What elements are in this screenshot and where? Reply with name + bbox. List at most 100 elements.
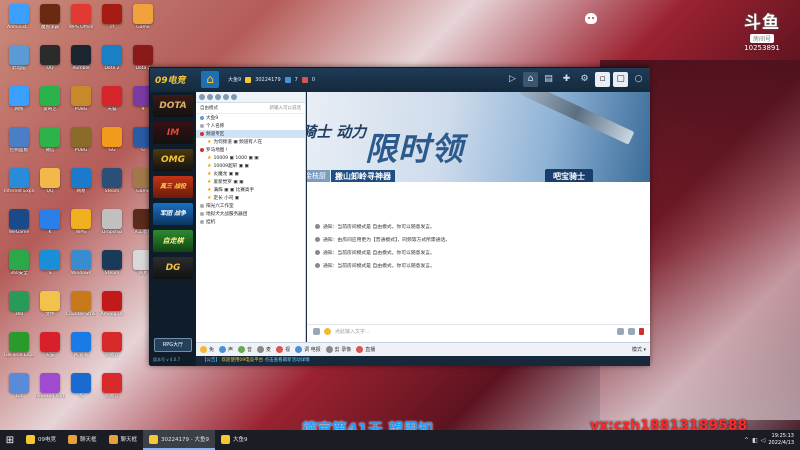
channel-row[interactable]: 地狱犬大战服务器团 <box>196 210 305 218</box>
bottom-tool[interactable]: 调 电报 <box>295 345 321 353</box>
desktop-icon[interactable]: 此电脑 <box>4 45 34 85</box>
desktop-icon[interactable]: PC管家 <box>66 332 96 372</box>
promo-banner[interactable]: 骑士 动力 限时领 金枝厨 搬山卸岭寻神器 吧宝骑士 <box>307 92 650 182</box>
channel-row[interactable]: 罗马地图 ! <box>196 146 305 154</box>
desktop-icon[interactable]: 网易云 <box>97 332 127 372</box>
game-tile[interactable]: IM <box>153 122 193 144</box>
emoji-icon[interactable] <box>324 328 331 335</box>
friends-icon[interactable] <box>207 94 213 100</box>
mode-dropdown[interactable]: 模式 ▾ <box>632 346 646 353</box>
desktop-icon[interactable]: Among Us <box>97 291 127 331</box>
channel-row[interactable]: ★ 爱新觉罗 ▣ ▣ <box>196 178 305 186</box>
window-box-icon[interactable]: ▢ <box>613 72 628 87</box>
game-tile[interactable]: 真三 战役 <box>153 176 193 198</box>
taskbar-item[interactable]: 09电竞 <box>20 430 62 450</box>
game-tile[interactable]: DOTA <box>153 95 193 117</box>
windows-start-icon[interactable]: ⊞ <box>0 430 20 450</box>
group-icon[interactable] <box>231 94 237 100</box>
tray-arrow-icon[interactable]: ^ <box>744 437 749 444</box>
desktop-icon[interactable]: K <box>35 209 65 249</box>
desktop-icon[interactable]: QQ <box>35 45 65 85</box>
home-tab-icon[interactable]: ⌂ <box>523 72 538 87</box>
bottom-tool[interactable]: 视 <box>276 345 290 353</box>
desktop-icon[interactable]: PUBG <box>66 127 96 167</box>
settings-icon[interactable]: ⚙ <box>577 72 592 87</box>
desktop-icon[interactable]: 爱奇艺 <box>35 86 65 126</box>
gamepad-icon[interactable]: ✚ <box>559 72 574 87</box>
enter-icon[interactable] <box>617 328 624 335</box>
game-tile[interactable]: OMG <box>153 149 193 171</box>
desktop-icon[interactable]: 天猫 <box>35 332 65 372</box>
game-tile[interactable]: 军团 战争 <box>153 203 193 225</box>
channel-row[interactable]: ★ 10009超轩 ▣ ▣ <box>196 162 305 170</box>
channel-row[interactable]: 挂机 <box>196 218 305 226</box>
desktop-icon[interactable]: Dropship <box>97 209 127 249</box>
desktop-icon[interactable]: 360安全 <box>4 250 34 290</box>
channel-row[interactable]: ★ 为何频道 ▣ 频道有人在 <box>196 138 305 146</box>
desktop-icon[interactable]: Administ... <box>4 4 34 44</box>
desktop-icon[interactable]: Rumble <box>66 45 96 85</box>
list-icon[interactable]: ▤ <box>541 72 556 87</box>
desktop-icon[interactable]: S <box>35 250 65 290</box>
desktop-icon[interactable]: cf <box>97 4 127 44</box>
minimize-box-icon[interactable]: ▫ <box>595 72 610 87</box>
desktop-icon[interactable]: GG <box>97 127 127 167</box>
channel-row[interactable]: ★ 10009 ▣ 1000 ▣ ▣ <box>196 154 305 162</box>
desktop-icon[interactable]: PUBG <box>66 86 96 126</box>
channel-row[interactable]: ★ 满辉 ▣ ▣ 比赛高手 <box>196 186 305 194</box>
desktop-icon[interactable]: Internet Explorer <box>4 168 34 208</box>
desktop-icon[interactable]: 天猫 <box>97 86 127 126</box>
bottom-tool[interactable]: 免 <box>200 345 214 353</box>
desktop-icon[interactable]: QQ <box>35 168 65 208</box>
channel-row[interactable]: 频道专区 <box>196 130 305 138</box>
desktop-icon[interactable]: 魔兽争霸 <box>35 4 65 44</box>
search-icon[interactable] <box>215 94 221 100</box>
desktop-icon[interactable]: 网易 <box>66 168 96 208</box>
bottom-tool[interactable]: 音 <box>238 345 252 353</box>
video-icon[interactable]: ▷ <box>505 72 520 87</box>
close-icon[interactable]: ○ <box>631 72 646 87</box>
channel-row[interactable]: 个人名称 <box>196 122 305 130</box>
controller-icon[interactable] <box>313 328 320 335</box>
volume-icon[interactable]: ◁ <box>761 437 766 444</box>
desktop-icon[interactable]: 网络 <box>4 86 34 126</box>
channel-row[interactable]: ★ 定长 小司 ▣ <box>196 194 305 202</box>
desktop-icon[interactable]: Windows <box>66 250 96 290</box>
channel-row[interactable]: 大鱼9 <box>196 114 305 122</box>
desktop-icon[interactable]: Git <box>4 373 34 413</box>
settings-icon[interactable] <box>223 94 229 100</box>
desktop-icon[interactable]: 微信 <box>35 127 65 167</box>
channel-row[interactable]: ★ 炎魔龙 ▣ ▣ <box>196 170 305 178</box>
desktop-icon[interactable]: WPS <box>66 209 96 249</box>
banner-button[interactable]: 吧宝骑士 <box>545 169 593 182</box>
desktop-icon[interactable]: WPS Office <box>66 4 96 44</box>
desktop-icon[interactable]: WeGame <box>4 209 34 249</box>
chat-input[interactable]: 点此输入文字... <box>335 328 613 335</box>
desktop-icon[interactable]: Game <box>128 4 158 44</box>
desktop-icon[interactable]: Steam <box>97 250 127 290</box>
bottom-tool[interactable]: 剪 录像 <box>325 345 351 353</box>
bottom-tool[interactable]: 麦 <box>257 345 271 353</box>
desktop-icon[interactable]: 360 <box>4 291 34 331</box>
desktop-icon[interactable]: Powered Party <box>35 373 65 413</box>
send-button[interactable] <box>639 328 644 335</box>
taskbar-item[interactable]: 聊天框 <box>103 430 144 450</box>
bottom-tool[interactable]: 声 <box>219 345 233 353</box>
taskbar-item[interactable]: 聊天框 <box>62 430 103 450</box>
game-tile[interactable]: DG <box>153 257 193 279</box>
network-icon[interactable]: ◧ <box>752 437 758 444</box>
game-tile[interactable]: 自走棋 <box>153 230 193 252</box>
desktop-icon[interactable]: 控制面板 <box>4 127 34 167</box>
channel-row[interactable]: 阳光六工作室 <box>196 202 305 210</box>
desktop-icon[interactable]: Counter-Strike <box>66 291 96 331</box>
desktop-icon[interactable]: Dota 2 <box>97 45 127 85</box>
desktop-icon[interactable]: GeForce Experience <box>4 332 34 372</box>
desktop-icon[interactable]: PS <box>66 373 96 413</box>
home-button[interactable]: ⌂ <box>201 71 219 88</box>
desktop-icon[interactable]: 文件 <box>35 291 65 331</box>
bottom-tool[interactable]: 直播 <box>356 345 375 353</box>
taskbar-item[interactable]: 30224179 - 大鱼9 <box>143 430 216 450</box>
more-icon[interactable] <box>628 328 635 335</box>
user-icon[interactable] <box>199 94 205 100</box>
taskbar-item[interactable]: 大鱼9 <box>215 430 254 450</box>
